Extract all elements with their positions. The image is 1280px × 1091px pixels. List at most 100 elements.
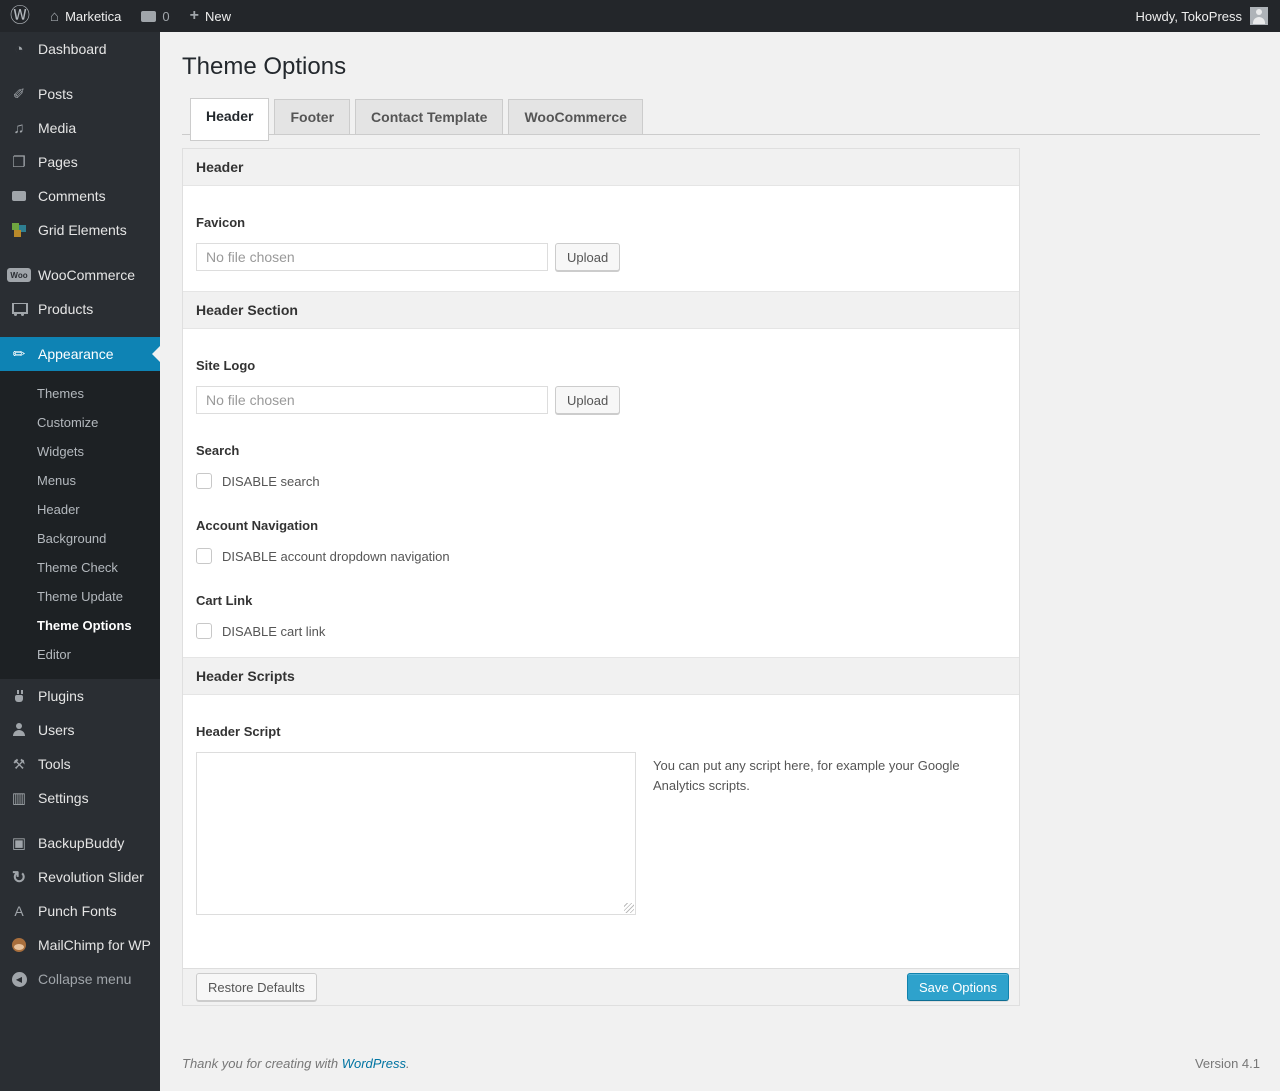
sidebar-item-tools[interactable]: Tools [0,747,160,781]
section-body: Header Script You can put any script her… [183,695,1019,915]
submenu-item-widgets[interactable]: Widgets [0,437,160,466]
disable-cart-label: DISABLE cart link [222,623,326,639]
woocommerce-badge-icon: Woo [7,265,31,285]
sidebar-item-plugins[interactable]: Plugins [0,679,160,713]
site-logo-upload-button[interactable]: Upload [555,386,621,414]
dashboard-icon [7,39,31,59]
section-body: Site Logo Upload Search DISABLE search A… [183,329,1019,657]
disable-search-label: DISABLE search [222,473,320,489]
section-header-section: Header Section [183,291,1019,329]
sidebar-item-appearance[interactable]: Appearance [0,337,160,371]
admin-sidebar: Dashboard Posts Media Pages Comments Gri… [0,32,160,1091]
sidebar-item-label: Appearance [38,346,114,362]
sidebar-item-dashboard[interactable]: Dashboard [0,32,160,66]
disable-search-checkbox[interactable] [196,473,212,489]
mailchimp-monkey-icon [7,935,31,955]
header-script-hint: You can put any script here, for example… [653,758,960,794]
comments-shortcut[interactable]: 0 [131,0,179,32]
submenu-item-theme-check[interactable]: Theme Check [0,553,160,582]
admin-bar: Ⓦ ⌂ Marketica 0 + New Howdy, TokoPress [0,0,1280,32]
sidebar-item-settings[interactable]: Settings [0,781,160,815]
account-menu[interactable]: Howdy, TokoPress [1128,0,1250,32]
restore-defaults-button[interactable]: Restore Defaults [196,973,317,1001]
theme-options-panel: Header Favicon Upload Header Section Sit… [182,148,1020,1006]
appearance-submenu: Themes Customize Widgets Menus Header Ba… [0,371,160,679]
avatar[interactable] [1250,7,1268,25]
disable-cart-link-checkbox[interactable] [196,623,212,639]
header-script-textarea[interactable] [196,752,636,915]
media-icon [7,118,31,138]
sidebar-item-label: WooCommerce [38,267,135,283]
submenu-item-header[interactable]: Header [0,495,160,524]
menu-separator [0,815,160,826]
sidebar-item-comments[interactable]: Comments [0,179,160,213]
section-body: Favicon Upload [183,186,1019,291]
sidebar-item-products[interactable]: Products [0,292,160,326]
favicon-file-input[interactable] [196,243,548,271]
sidebar-item-pages[interactable]: Pages [0,145,160,179]
submenu-item-background[interactable]: Background [0,524,160,553]
submenu-item-editor[interactable]: Editor [0,640,160,669]
letter-a-icon [7,901,31,921]
submenu-item-menus[interactable]: Menus [0,466,160,495]
resize-handle[interactable] [624,903,634,913]
sidebar-item-label: Pages [38,154,78,170]
tab-footer[interactable]: Footer [274,99,351,134]
sidebar-item-label: BackupBuddy [38,835,125,851]
pin-icon [7,84,31,104]
howdy-label: Howdy, TokoPress [1135,8,1242,24]
sidebar-item-label: Settings [38,790,89,806]
plug-icon [7,686,31,706]
collapse-menu-button[interactable]: Collapse menu [0,962,160,996]
tab-woocommerce[interactable]: WooCommerce [508,99,643,134]
menu-separator [0,326,160,337]
comments-count: 0 [162,8,170,24]
section-header-scripts: Header Scripts [183,657,1019,695]
sidebar-item-label: Posts [38,86,74,102]
sidebar-item-media[interactable]: Media [0,111,160,145]
tab-contact-template[interactable]: Contact Template [355,99,504,134]
submenu-item-theme-options[interactable]: Theme Options [0,611,160,640]
home-icon: ⌂ [50,7,60,25]
disable-account-dropdown-checkbox[interactable] [196,548,212,564]
sliders-icon [7,788,31,808]
sidebar-item-grid-elements[interactable]: Grid Elements [0,213,160,247]
sidebar-item-label: Products [38,301,94,317]
header-script-label: Header Script [196,724,281,739]
sidebar-item-mailchimp[interactable]: MailChimp for WP [0,928,160,962]
new-content-menu[interactable]: + New [180,0,241,32]
site-logo-file-row: Upload [196,386,1006,414]
wordpress-link[interactable]: WordPress [342,1056,406,1071]
comment-bubble-icon [7,186,31,206]
collapse-arrow-icon [7,969,31,989]
sidebar-item-label: Media [38,120,77,136]
collapse-menu-label: Collapse menu [38,971,132,987]
submenu-item-customize[interactable]: Customize [0,408,160,437]
brush-icon [7,344,31,364]
sidebar-item-woocommerce[interactable]: Woo WooCommerce [0,258,160,292]
wordpress-logo-icon: Ⓦ [10,5,30,27]
sidebar-item-backupbuddy[interactable]: BackupBuddy [0,826,160,860]
sidebar-item-users[interactable]: Users [0,713,160,747]
sidebar-item-punch-fonts[interactable]: Punch Fonts [0,894,160,928]
site-logo-label: Site Logo [196,358,256,373]
refresh-icon [7,867,31,887]
submenu-item-theme-update[interactable]: Theme Update [0,582,160,611]
save-options-button[interactable]: Save Options [906,973,1009,1001]
favicon-label: Favicon [196,215,246,230]
comment-bubble-icon [141,10,157,22]
sidebar-item-label: Grid Elements [38,222,127,238]
site-logo-file-input[interactable] [196,386,548,414]
submenu-item-themes[interactable]: Themes [0,379,160,408]
sidebar-item-label: Comments [38,188,106,204]
disable-cart-row: DISABLE cart link [196,623,1006,639]
cart-icon [7,299,31,319]
tab-header[interactable]: Header [190,98,270,141]
textarea-wrapper [196,752,636,915]
sidebar-item-posts[interactable]: Posts [0,77,160,111]
site-name-link[interactable]: ⌂ Marketica [40,0,131,32]
wordpress-menu[interactable]: Ⓦ [0,0,40,32]
sidebar-item-revolution-slider[interactable]: Revolution Slider [0,860,160,894]
sidebar-item-label: Plugins [38,688,84,704]
favicon-upload-button[interactable]: Upload [555,243,621,271]
